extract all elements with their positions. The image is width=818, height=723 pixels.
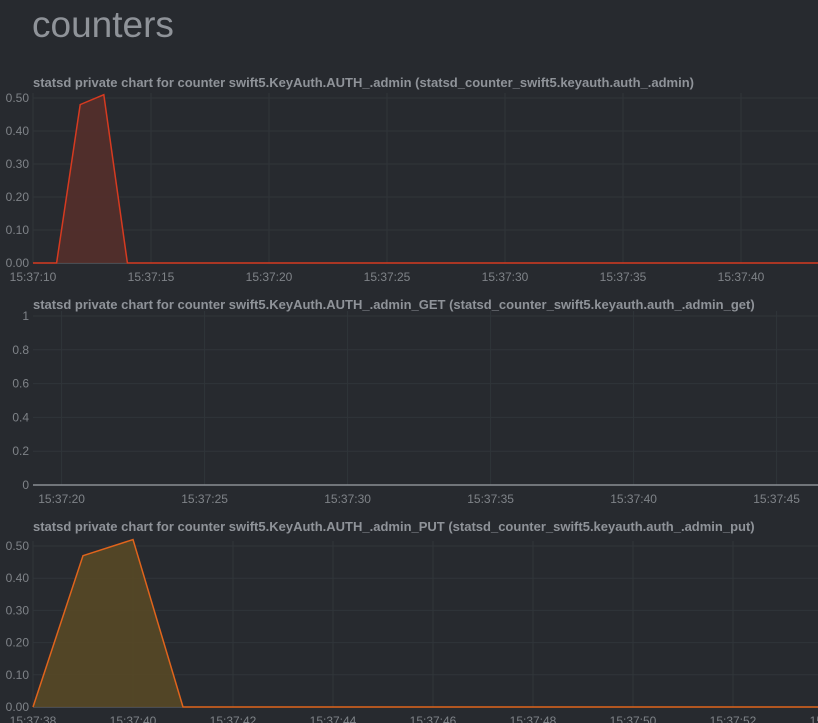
- x-tick-label: 15:37:20: [38, 492, 85, 506]
- x-tick-label: 15:37:35: [467, 492, 514, 506]
- x-tick-label: 15:37:20: [246, 270, 293, 284]
- y-tick-label: 0.50: [6, 91, 30, 105]
- x-tick-label: 15:37:35: [600, 270, 647, 284]
- y-tick-label: 0.50: [6, 539, 30, 553]
- y-tick-label: 0.30: [6, 157, 30, 171]
- y-tick-label: 0.6: [12, 377, 29, 391]
- y-tick-label: 0.10: [6, 223, 30, 237]
- x-tick-label: 15:37:54: [810, 714, 818, 723]
- x-tick-label: 15:37:45: [753, 492, 800, 506]
- x-tick-label: 15:37:30: [324, 492, 371, 506]
- x-tick-label: 15:37:42: [210, 714, 257, 723]
- x-tick-label: 15:37:10: [10, 270, 57, 284]
- y-tick-label: 0.10: [6, 668, 30, 682]
- y-tick-label: 1: [22, 309, 29, 323]
- x-tick-label: 15:37:40: [610, 492, 657, 506]
- series-area: [33, 539, 818, 707]
- x-tick-label: 15:37:30: [482, 270, 529, 284]
- x-tick-label: 15:37:38: [10, 714, 57, 723]
- y-tick-label: 0.00: [6, 700, 30, 714]
- y-tick-label: 0.20: [6, 636, 30, 650]
- y-tick-label: 0.20: [6, 190, 30, 204]
- x-tick-label: 15:37:40: [110, 714, 157, 723]
- y-tick-label: 0.30: [6, 603, 30, 617]
- x-tick-label: 15:37:48: [510, 714, 557, 723]
- x-tick-label: 15:37:52: [710, 714, 757, 723]
- y-tick-label: 0.8: [12, 343, 29, 357]
- x-tick-label: 15:37:25: [364, 270, 411, 284]
- x-tick-label: 15:37:46: [410, 714, 457, 723]
- x-tick-label: 15:37:25: [181, 492, 228, 506]
- charts: 0.000.100.200.300.400.5015:37:10 15:37:15…: [6, 91, 818, 723]
- y-tick-label: 0.40: [6, 124, 30, 138]
- x-tick-label: 15:37:44: [310, 714, 357, 723]
- y-tick-label: 0.4: [12, 410, 29, 424]
- x-tick-label: 15:37:50: [610, 714, 657, 723]
- y-tick-label: 0.00: [6, 256, 30, 270]
- x-tick-label: 15:37:15: [128, 270, 175, 284]
- y-tick-label: 0.2: [12, 444, 29, 458]
- y-tick-label: 0: [22, 478, 29, 492]
- x-tick-label: 15:37:40: [718, 270, 765, 284]
- y-tick-label: 0.40: [6, 571, 30, 585]
